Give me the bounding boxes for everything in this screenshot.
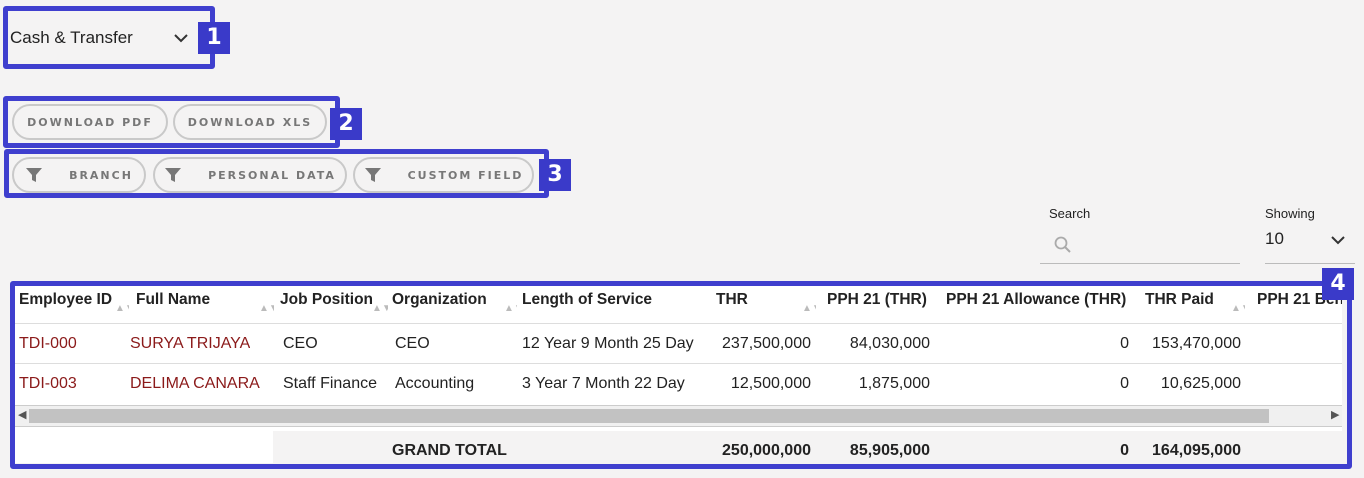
branch-filter-label: BRANCH bbox=[69, 168, 133, 182]
branch-filter-button[interactable]: BRANCH bbox=[12, 157, 146, 193]
download-xls-button[interactable]: DOWNLOAD XLS bbox=[173, 104, 327, 140]
search-label: Search bbox=[1049, 206, 1091, 221]
showing-value: 10 bbox=[1265, 229, 1284, 248]
annotation-box-4 bbox=[10, 281, 1352, 469]
annotation-badge-2: 2 bbox=[330, 108, 362, 140]
showing-select[interactable]: 10 bbox=[1265, 226, 1355, 264]
payment-type-dropdown[interactable]: Cash & Transfer bbox=[10, 20, 190, 56]
dropdown-value: Cash & Transfer bbox=[10, 28, 133, 47]
custom-field-filter-button[interactable]: CUSTOM FIELD bbox=[353, 157, 534, 193]
annotation-badge-4: 4 bbox=[1322, 268, 1354, 300]
search-input[interactable] bbox=[1040, 228, 1240, 264]
showing-label: Showing bbox=[1265, 206, 1315, 221]
download-xls-label: DOWNLOAD XLS bbox=[187, 115, 313, 129]
chevron-down-icon bbox=[1331, 236, 1345, 245]
personal-data-filter-label: PERSONAL DATA bbox=[208, 168, 336, 182]
personal-data-filter-button[interactable]: PERSONAL DATA bbox=[153, 157, 347, 193]
chevron-down-icon bbox=[174, 34, 188, 43]
download-pdf-label: DOWNLOAD PDF bbox=[27, 115, 153, 129]
annotation-badge-3: 3 bbox=[539, 159, 571, 191]
filter-icon bbox=[364, 168, 381, 182]
filter-icon bbox=[26, 168, 43, 182]
filter-icon bbox=[165, 168, 182, 182]
download-pdf-button[interactable]: DOWNLOAD PDF bbox=[12, 104, 168, 140]
custom-field-filter-label: CUSTOM FIELD bbox=[407, 168, 524, 182]
annotation-badge-1: 1 bbox=[198, 22, 230, 54]
search-icon bbox=[1054, 236, 1071, 253]
